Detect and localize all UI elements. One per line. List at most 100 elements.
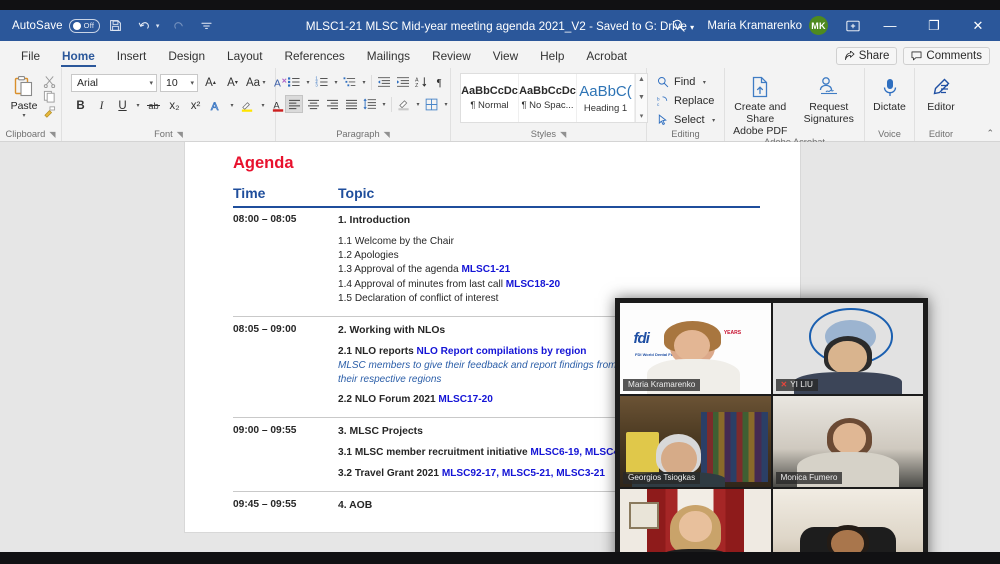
shading-caret[interactable]: ▾: [414, 101, 422, 108]
numbering-icon[interactable]: 123: [313, 73, 331, 91]
tab-help[interactable]: Help: [529, 45, 575, 68]
find-button[interactable]: Find ▾: [657, 74, 708, 90]
font-size-combo[interactable]: 10 ▾: [160, 74, 198, 92]
line-spacing-icon[interactable]: [361, 95, 379, 113]
create-and-share-adobe-pdf-button[interactable]: Create and Share Adobe PDF: [730, 75, 791, 137]
highlight-caret[interactable]: ▾: [259, 102, 267, 109]
comments-label: Comments: [926, 50, 982, 62]
ribbon-display-options-icon[interactable]: [838, 10, 868, 41]
account-name[interactable]: Maria Kramarenko: [707, 20, 802, 32]
multilevel-caret[interactable]: ▾: [360, 79, 368, 86]
superscript-button[interactable]: x²: [186, 96, 205, 115]
align-left-icon[interactable]: [285, 95, 303, 113]
shrink-font-icon[interactable]: A▾: [223, 73, 242, 92]
borders-icon[interactable]: [423, 95, 441, 113]
borders-caret[interactable]: ▾: [442, 101, 450, 108]
comments-button[interactable]: Comments: [903, 47, 990, 65]
styles-scroll-up[interactable]: ▲: [638, 76, 645, 83]
doc-link[interactable]: NLO Report compilations by region: [417, 346, 587, 357]
maximize-restore-button[interactable]: ❐: [912, 10, 956, 41]
select-caret[interactable]: ▾: [710, 117, 718, 124]
doc-link[interactable]: MLSC17-20: [438, 394, 492, 405]
bold-button[interactable]: B: [71, 96, 90, 115]
paste-dropdown-caret[interactable]: ▾: [20, 112, 28, 119]
show-formatting-marks-icon[interactable]: ¶: [432, 73, 450, 91]
multilevel-list-icon[interactable]: [341, 73, 359, 91]
doc-link[interactable]: MLSC18-20: [506, 279, 560, 290]
tab-file[interactable]: File: [10, 45, 51, 68]
font-name-combo[interactable]: Arial ▾: [71, 74, 157, 92]
styles-more[interactable]: ▾: [640, 112, 644, 120]
close-button[interactable]: ✕: [956, 10, 1000, 41]
search-icon[interactable]: [663, 10, 693, 41]
format-painter-icon[interactable]: [43, 105, 56, 118]
decrease-indent-icon[interactable]: [375, 73, 393, 91]
tab-view[interactable]: View: [482, 45, 529, 68]
numbering-caret[interactable]: ▾: [332, 79, 340, 86]
tab-acrobat[interactable]: Acrobat: [575, 45, 638, 68]
doc-link[interactable]: MLSC92-17, MLSC5-21, MLSC3-21: [442, 468, 605, 479]
replace-button[interactable]: bc Replace: [657, 93, 714, 109]
italic-button[interactable]: I: [92, 96, 111, 115]
bullets-icon[interactable]: [285, 73, 303, 91]
doc-link[interactable]: MLSC1-21: [461, 264, 510, 275]
tab-layout[interactable]: Layout: [216, 45, 273, 68]
strikethrough-icon[interactable]: ab: [144, 96, 163, 115]
text-effects-caret[interactable]: ▾: [228, 102, 236, 109]
tab-strip-actions: Share Comments: [836, 47, 1000, 68]
paste-button[interactable]: Paste ▾: [5, 73, 43, 119]
align-center-icon[interactable]: [304, 95, 322, 113]
select-button[interactable]: Select ▾: [657, 112, 718, 128]
customize-quick-access-icon[interactable]: [195, 14, 219, 38]
dialog-launcher-icon[interactable]: ◥: [49, 130, 55, 139]
text-highlight-icon[interactable]: [238, 96, 257, 115]
tab-insert[interactable]: Insert: [106, 45, 158, 68]
tab-mailings[interactable]: Mailings: [356, 45, 421, 68]
text-effects-icon[interactable]: A: [207, 96, 226, 115]
align-right-icon[interactable]: [323, 95, 341, 113]
collapse-ribbon-icon[interactable]: ⌃: [986, 128, 994, 139]
grow-font-icon[interactable]: A▴: [201, 73, 220, 92]
line-spacing-caret[interactable]: ▾: [380, 101, 388, 108]
style-no-spacing[interactable]: AaBbCcDc ¶ No Spac...: [519, 74, 577, 122]
tab-review[interactable]: Review: [421, 45, 482, 68]
styles-scroll-down[interactable]: ▼: [638, 94, 645, 101]
video-call-panel[interactable]: fdi FDI World Dental Fed 100 YEARS Maria…: [615, 298, 928, 564]
dialog-launcher-icon[interactable]: ◥: [560, 130, 566, 139]
share-button[interactable]: Share: [836, 47, 898, 65]
dialog-launcher-icon[interactable]: ◥: [177, 130, 183, 139]
justify-icon[interactable]: [342, 95, 360, 113]
tab-design[interactable]: Design: [157, 45, 216, 68]
dictate-button[interactable]: Dictate: [870, 77, 909, 113]
subscript-button[interactable]: x₂: [165, 96, 184, 115]
copy-icon[interactable]: [43, 90, 56, 103]
dialog-launcher-icon[interactable]: ◥: [384, 130, 390, 139]
editor-button[interactable]: Editor: [920, 77, 962, 113]
shading-icon[interactable]: [395, 95, 413, 113]
avatar[interactable]: MK: [809, 16, 828, 35]
style-heading-1[interactable]: AaBbC( Heading 1: [577, 74, 635, 122]
autosave-control[interactable]: AutoSave Off: [12, 19, 100, 33]
undo-dropdown-caret[interactable]: ▾: [153, 22, 163, 30]
request-signatures-button[interactable]: Request Signatures: [799, 75, 860, 125]
sort-icon[interactable]: AZ: [413, 73, 431, 91]
underline-button[interactable]: U: [113, 96, 132, 115]
find-caret[interactable]: ▾: [700, 79, 708, 86]
underline-dropdown-caret[interactable]: ▾: [134, 102, 142, 109]
save-icon[interactable]: [104, 14, 128, 38]
change-case-icon[interactable]: Aa▾: [245, 73, 269, 92]
video-tile-participant-2[interactable]: ✕ YI LIU: [773, 303, 924, 394]
search-icon: [657, 76, 669, 88]
autosave-toggle[interactable]: Off: [69, 19, 100, 33]
dictate-label: Dictate: [873, 101, 906, 113]
video-tile-participant-1[interactable]: fdi FDI World Dental Fed 100 YEARS Maria…: [620, 303, 771, 394]
increase-indent-icon[interactable]: [394, 73, 412, 91]
minimize-button[interactable]: —: [868, 10, 912, 41]
tab-references[interactable]: References: [273, 45, 355, 68]
bullets-caret[interactable]: ▾: [304, 79, 312, 86]
video-tile-participant-4[interactable]: Monica Fumero: [773, 396, 924, 487]
video-tile-participant-3[interactable]: Georgios Tsiogkas: [620, 396, 771, 487]
scissors-icon[interactable]: [43, 75, 56, 88]
style-normal[interactable]: AaBbCcDc ¶ Normal: [461, 74, 519, 122]
tab-home[interactable]: Home: [51, 45, 106, 68]
